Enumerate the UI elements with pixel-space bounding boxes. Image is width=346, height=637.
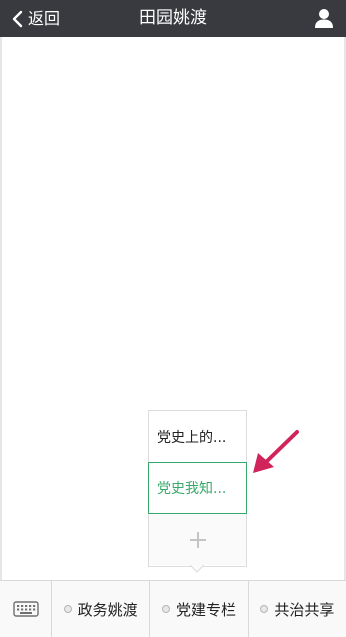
- tab-label: 政务姚渡: [77, 600, 138, 619]
- add-menu-button[interactable]: [149, 514, 246, 565]
- annotation-arrow: [253, 430, 299, 473]
- user-icon[interactable]: [312, 6, 336, 30]
- submenu-popup: 党史上的... 党史我知...: [148, 410, 247, 567]
- bottom-menu-bar: 政务姚渡 党建专栏 共治共享: [0, 580, 346, 637]
- header-bar: 返回 田园姚渡: [0, 0, 346, 37]
- submenu-item-label: 党史我知...: [157, 481, 227, 497]
- back-label: 返回: [28, 9, 61, 28]
- submenu-caret: [190, 565, 204, 573]
- tab-zhengwu[interactable]: 政务姚渡: [52, 581, 149, 637]
- plus-icon: [189, 531, 206, 548]
- tab-dangjian[interactable]: 党建专栏: [149, 581, 247, 637]
- back-button[interactable]: 返回: [10, 0, 60, 37]
- tab-label: 党建专栏: [175, 600, 236, 619]
- keyboard-toggle-button[interactable]: [0, 581, 52, 637]
- tab-gongzhi[interactable]: 共治共享: [247, 581, 346, 637]
- dot-icon: [161, 605, 170, 613]
- submenu-item-2[interactable]: 党史我知...: [148, 462, 247, 514]
- submenu-item-1[interactable]: 党史上的...: [149, 411, 246, 463]
- dot-icon: [63, 605, 72, 613]
- keyboard-icon: [12, 601, 39, 617]
- chevron-left-icon: [12, 10, 23, 27]
- dot-icon: [260, 605, 269, 613]
- submenu-item-label: 党史上的...: [157, 429, 227, 446]
- tab-label: 共治共享: [274, 600, 335, 619]
